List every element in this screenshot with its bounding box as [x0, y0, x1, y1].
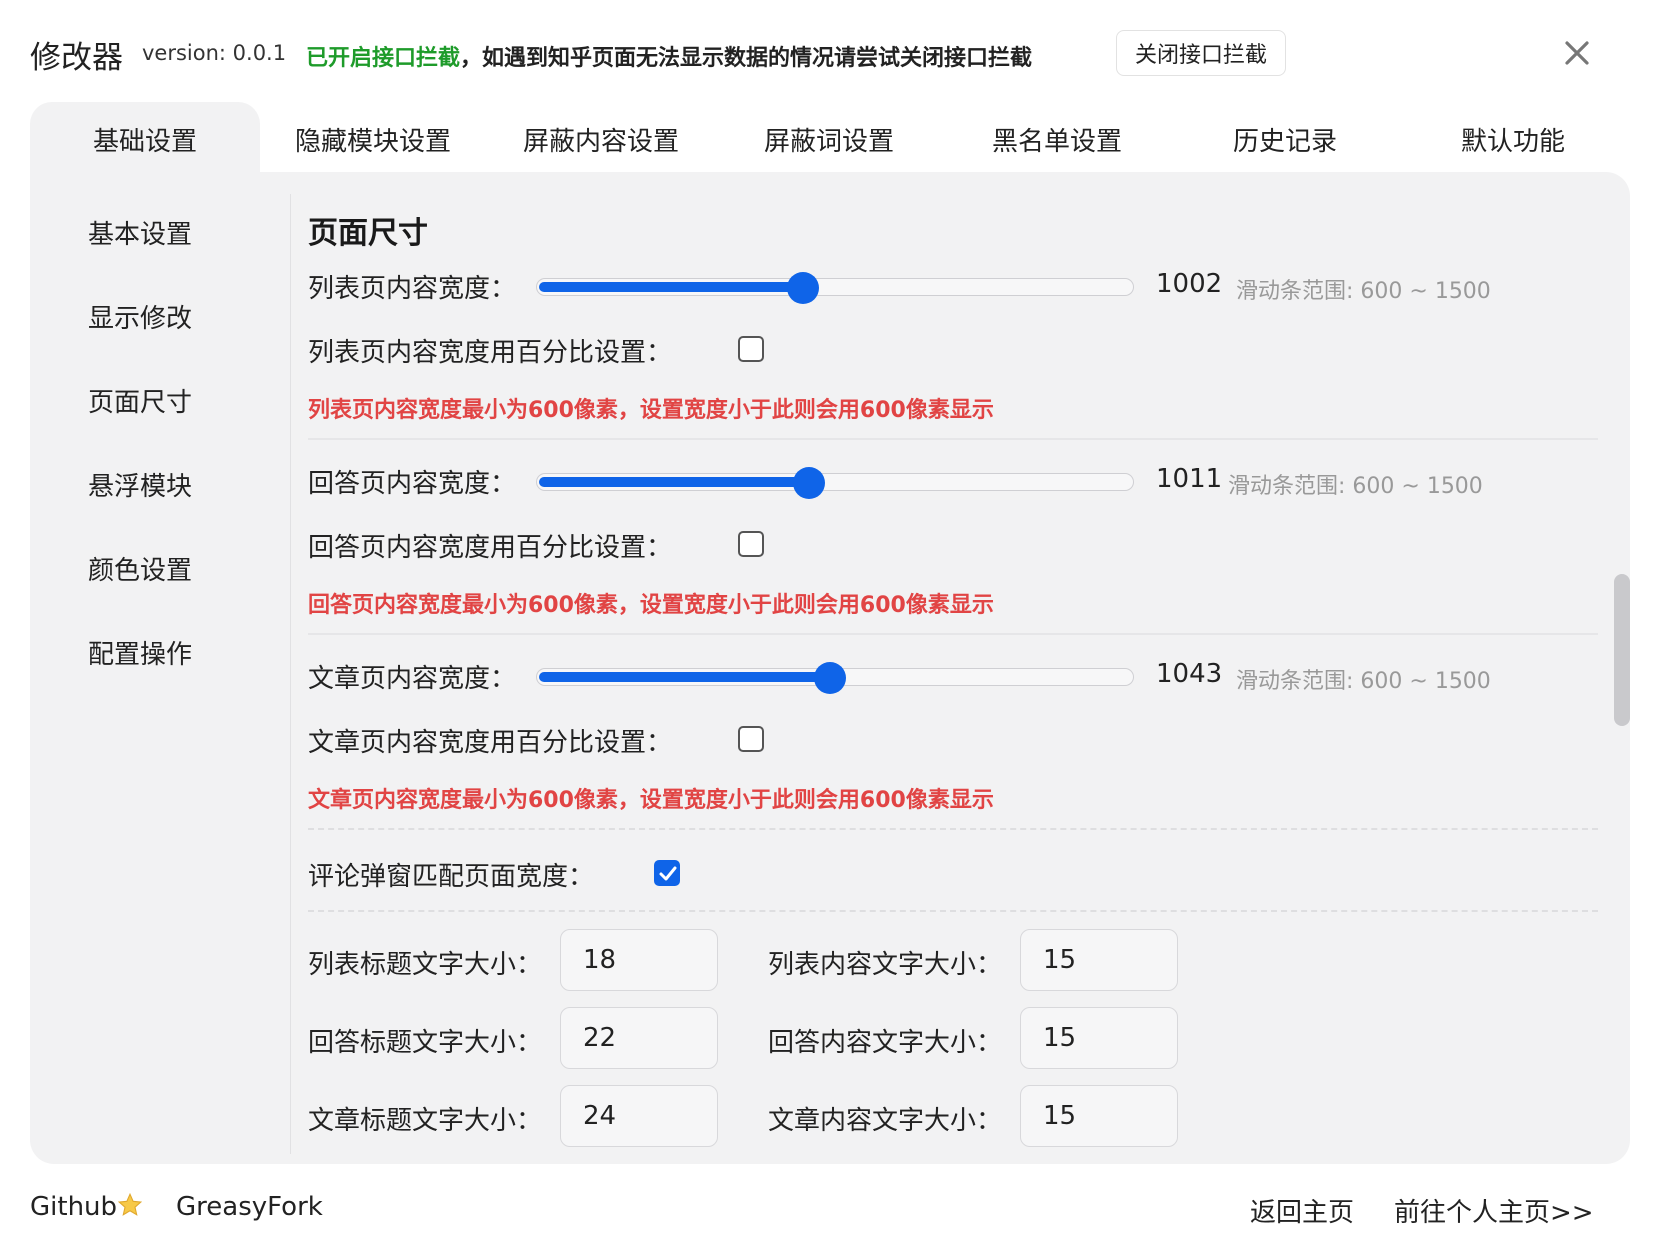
comment-popup-checkbox[interactable] [654, 860, 680, 886]
tab-block-content[interactable]: 屏蔽内容设置 [486, 102, 716, 176]
article-width-range: 滑动条范围: 600 ~ 1500 [1236, 669, 1491, 694]
list-width-slider[interactable] [536, 272, 1134, 304]
answer-title-size-label: 回答标题文字大小： [308, 1028, 543, 1058]
list-width-label: 列表页内容宽度： [308, 274, 517, 304]
answer-content-size-label: 回答内容文字大小： [768, 1028, 1003, 1058]
slider-fill [539, 672, 831, 682]
page-size-section: 页面尺寸 列表页内容宽度： 1002 滑动条范围: 600 ~ 1500 列表页… [308, 172, 1608, 1164]
slider-thumb[interactable] [787, 272, 820, 304]
list-content-size-label: 列表内容文字大小： [768, 950, 1003, 980]
divider [308, 438, 1598, 440]
list-title-size-label: 列表标题文字大小： [308, 950, 543, 980]
list-percent-checkbox[interactable] [738, 336, 764, 362]
comment-popup-label: 评论弹窗匹配页面宽度： [308, 862, 595, 892]
list-title-size-input[interactable]: 18 [560, 929, 718, 991]
article-width-slider[interactable] [536, 662, 1134, 694]
article-title-size-label: 文章标题文字大小： [308, 1106, 543, 1136]
greasyfork-link[interactable]: GreasyFork [176, 1192, 323, 1222]
tab-block-words[interactable]: 屏蔽词设置 [714, 102, 944, 176]
back-home-link[interactable]: 返回主页 [1250, 1192, 1354, 1229]
answer-title-size-input[interactable]: 22 [560, 1007, 718, 1069]
divider [308, 828, 1598, 830]
article-percent-checkbox[interactable] [738, 726, 764, 752]
version-label: version: 0.0.1 [142, 41, 287, 65]
sidebar: 基本设置 显示修改 页面尺寸 悬浮模块 颜色设置 配置操作 [30, 172, 290, 1164]
settings-window: 修改器 version: 0.0.1 已开启接口拦截，如遇到知乎页面无法显示数据… [0, 0, 1662, 1260]
sidebar-item-colors[interactable]: 颜色设置 [88, 550, 192, 587]
list-content-size-input[interactable]: 15 [1020, 929, 1178, 991]
article-percent-label: 文章页内容宽度用百分比设置： [308, 728, 673, 758]
answer-percent-checkbox[interactable] [738, 531, 764, 557]
tab-blacklist[interactable]: 黑名单设置 [942, 102, 1172, 176]
close-intercept-button[interactable]: 关闭接口拦截 [1116, 30, 1286, 76]
answer-width-warning: 回答页内容宽度最小为600像素，设置宽度小于此则会用600像素显示 [308, 593, 994, 618]
sidebar-item-config[interactable]: 配置操作 [88, 634, 192, 671]
answer-content-size-input[interactable]: 15 [1020, 1007, 1178, 1069]
tab-basic-settings[interactable]: 基础设置 [30, 102, 260, 176]
article-width-value: 1043 [1156, 659, 1223, 689]
personal-page-link[interactable]: 前往个人主页>> [1394, 1192, 1594, 1229]
github-label: Github [30, 1192, 118, 1222]
check-icon [659, 866, 677, 881]
slider-fill [539, 282, 804, 292]
list-width-range: 滑动条范围: 600 ~ 1500 [1236, 279, 1491, 304]
scrollbar[interactable] [1614, 574, 1630, 726]
article-width-label: 文章页内容宽度： [308, 664, 517, 694]
intercept-status: 已开启接口拦截 [306, 46, 461, 71]
answer-width-label: 回答页内容宽度： [308, 469, 517, 499]
tab-bar: 基础设置 隐藏模块设置 屏蔽内容设置 屏蔽词设置 黑名单设置 历史记录 默认功能 [30, 102, 1630, 176]
slider-thumb[interactable] [814, 662, 847, 694]
close-icon[interactable] [1560, 36, 1594, 70]
list-percent-label: 列表页内容宽度用百分比设置： [308, 338, 673, 368]
answer-width-slider[interactable] [536, 467, 1134, 499]
sidebar-item-display[interactable]: 显示修改 [88, 298, 192, 335]
settings-panel: 基本设置 显示修改 页面尺寸 悬浮模块 颜色设置 配置操作 页面尺寸 列表页内容… [30, 172, 1630, 1164]
github-link[interactable]: Github [30, 1192, 143, 1222]
star-icon [117, 1192, 143, 1216]
app-title: 修改器 [30, 40, 123, 76]
tab-history[interactable]: 历史记录 [1170, 102, 1400, 176]
list-width-value: 1002 [1156, 269, 1223, 299]
answer-width-value: 1011 [1156, 464, 1223, 494]
list-width-warning: 列表页内容宽度最小为600像素，设置宽度小于此则会用600像素显示 [308, 398, 994, 423]
sidebar-item-basic[interactable]: 基本设置 [88, 214, 192, 251]
tab-hide-modules[interactable]: 隐藏模块设置 [258, 102, 488, 176]
intercept-notice: 已开启接口拦截，如遇到知乎页面无法显示数据的情况请尝试关闭接口拦截 [306, 40, 1032, 72]
article-title-size-input[interactable]: 24 [560, 1085, 718, 1147]
sidebar-item-floating[interactable]: 悬浮模块 [88, 466, 192, 503]
article-content-size-label: 文章内容文字大小： [768, 1106, 1003, 1136]
sidebar-item-page-size[interactable]: 页面尺寸 [88, 382, 192, 419]
slider-thumb[interactable] [793, 467, 826, 499]
divider [308, 633, 1598, 635]
article-width-warning: 文章页内容宽度最小为600像素，设置宽度小于此则会用600像素显示 [308, 788, 994, 813]
intercept-hint: ，如遇到知乎页面无法显示数据的情况请尝试关闭接口拦截 [460, 46, 1033, 71]
tab-default-features[interactable]: 默认功能 [1398, 102, 1628, 176]
article-content-size-input[interactable]: 15 [1020, 1085, 1178, 1147]
slider-fill [539, 477, 810, 487]
section-title: 页面尺寸 [308, 216, 428, 251]
header: 修改器 version: 0.0.1 已开启接口拦截，如遇到知乎页面无法显示数据… [30, 28, 1632, 80]
sidebar-divider [290, 194, 291, 1154]
answer-width-range: 滑动条范围: 600 ~ 1500 [1228, 474, 1483, 499]
answer-percent-label: 回答页内容宽度用百分比设置： [308, 533, 673, 563]
divider [308, 910, 1598, 912]
